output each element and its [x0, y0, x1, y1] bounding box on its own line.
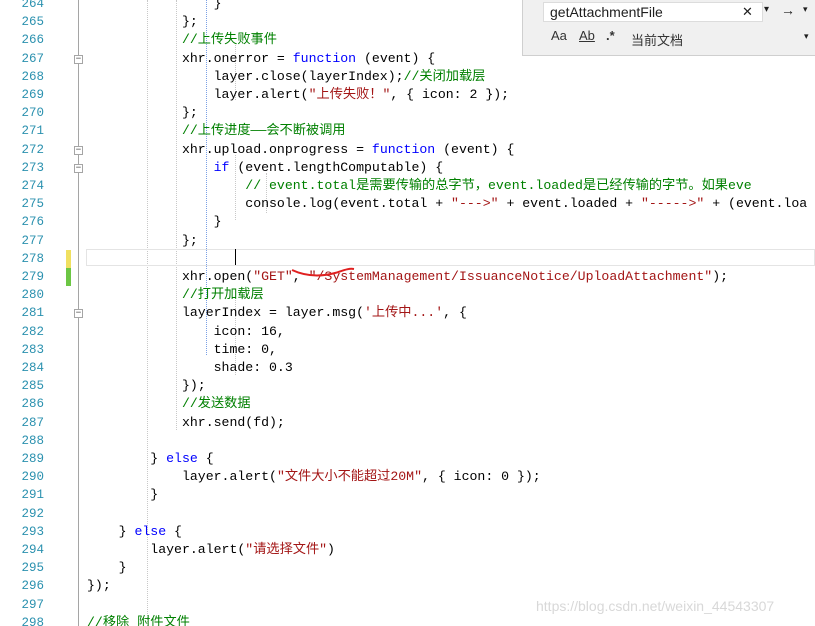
code-line[interactable]: layer.alert("请选择文件") — [87, 541, 335, 559]
line-number: 285 — [21, 379, 44, 394]
line-number: 273 — [21, 160, 44, 175]
code-editor[interactable]: 264 } 265 }; 266 //上传失败事件 267 xhr.onerror =… — [0, 0, 815, 626]
line-number: 287 — [21, 415, 44, 430]
current-line-highlight — [86, 249, 815, 266]
line-number: 277 — [21, 233, 44, 248]
line-number: 280 — [21, 288, 44, 303]
line-number: 281 — [21, 306, 44, 321]
line-number: 289 — [21, 452, 44, 466]
find-widget: ✕ ▾ → ▾ Aa Ab .* 当前文档 ▾ — [522, 0, 815, 56]
code-line[interactable]: } — [87, 559, 127, 577]
code-line[interactable]: //上传失败事件 — [87, 31, 277, 49]
line-number: 265 — [21, 15, 44, 30]
line-number: 266 — [21, 33, 44, 48]
code-line[interactable]: //发送数据 — [87, 395, 251, 413]
line-number: 298 — [21, 615, 44, 626]
find-next-icon[interactable]: → — [781, 2, 795, 18]
match-case-toggle[interactable]: Aa — [551, 28, 567, 43]
line-number: 296 — [21, 579, 44, 594]
line-number: 269 — [21, 88, 44, 102]
code-line[interactable]: xhr.send(fd); — [87, 414, 285, 432]
code-line[interactable]: // event.total是需要传输的总字节，event.loaded是已经传… — [87, 177, 751, 195]
code-line[interactable]: //移除 附件文件 — [87, 614, 190, 626]
scope-dropdown-icon[interactable]: ▾ — [804, 31, 809, 42]
code-line[interactable]: if (event.lengthComputable) { — [87, 159, 444, 177]
text-caret — [235, 249, 236, 265]
code-line[interactable]: }); — [87, 377, 206, 395]
find-box: ✕ ▾ — [543, 2, 769, 22]
change-marker — [66, 249, 71, 268]
use-regex-toggle[interactable]: .* — [606, 28, 615, 43]
code-line[interactable]: xhr.onerror = function (event) { — [87, 50, 435, 68]
code-line[interactable]: layer.alert("文件大小不能超过20M", { icon: 0 }); — [87, 468, 541, 486]
line-number: 278 — [21, 251, 44, 266]
line-number: 292 — [21, 506, 44, 521]
fold-toggle-icon[interactable]: − — [74, 163, 83, 173]
code-line[interactable]: time: 0, — [87, 341, 277, 359]
code-line[interactable]: }; — [87, 13, 198, 31]
find-next-dropdown-icon[interactable]: ▾ — [803, 4, 808, 15]
find-input[interactable] — [550, 4, 730, 20]
search-history-dropdown-icon[interactable]: ▾ — [764, 4, 769, 15]
line-number: 286 — [21, 397, 44, 412]
line-number: 279 — [21, 270, 44, 284]
code-line[interactable]: xhr.upload.onprogress = function (event)… — [87, 141, 514, 159]
code-line[interactable]: } — [87, 486, 158, 504]
code-line[interactable]: layer.alert("上传失败！", { icon: 2 }); — [87, 86, 509, 104]
code-line[interactable]: icon: 16, — [87, 323, 285, 341]
fold-toggle-icon[interactable]: − — [74, 145, 83, 155]
line-number: 290 — [21, 470, 44, 485]
search-scope-dropdown[interactable]: 当前文档 — [631, 30, 683, 49]
line-number: 274 — [21, 179, 44, 193]
line-number: 264 — [21, 0, 44, 11]
code-line[interactable]: //上传进度——会不断被调用 — [87, 122, 346, 140]
code-line[interactable]: }; — [87, 232, 198, 250]
line-number: 271 — [21, 124, 44, 139]
code-line[interactable]: } else { — [87, 523, 182, 541]
fold-toggle-icon[interactable]: − — [74, 54, 83, 64]
line-number: 295 — [21, 561, 44, 576]
clear-search-icon[interactable]: ✕ — [742, 4, 753, 20]
fold-toggle-icon[interactable]: − — [74, 309, 83, 319]
watermark: https://blog.csdn.net/weixin_44543307 — [536, 598, 775, 614]
line-number: 297 — [21, 597, 44, 612]
line-number: 275 — [21, 197, 44, 212]
line-number: 283 — [21, 342, 44, 357]
code-line[interactable]: } — [87, 213, 222, 231]
code-line[interactable]: shade: 0.3 — [87, 359, 293, 377]
match-whole-word-toggle[interactable]: Ab — [579, 28, 595, 43]
red-underline-annotation — [291, 267, 355, 277]
code-line[interactable]: //打开加载层 — [87, 286, 264, 304]
line-number: 293 — [21, 524, 44, 539]
line-number: 284 — [21, 361, 44, 375]
code-line[interactable]: } else { — [87, 450, 213, 468]
line-number: 267 — [21, 51, 44, 66]
code-line[interactable]: }; — [87, 104, 198, 122]
line-number: 268 — [21, 69, 44, 84]
code-line[interactable]: layer.close(layerIndex);//关闭加载层 — [87, 68, 486, 86]
code-line[interactable]: layerIndex = layer.msg('上传中...', { — [87, 304, 467, 322]
line-number: 294 — [21, 543, 44, 557]
line-number: 282 — [21, 324, 44, 339]
code-line[interactable]: xhr.open("GET", "/SystemManagement/Issua… — [87, 268, 728, 286]
code-line[interactable]: console.log(event.total + "--->" + event… — [87, 195, 807, 213]
code-line[interactable]: } — [87, 0, 222, 13]
line-number: 291 — [21, 488, 44, 503]
line-number: 270 — [21, 106, 44, 121]
code-line[interactable]: }); — [87, 577, 111, 595]
change-marker — [66, 268, 71, 286]
line-number: 272 — [21, 142, 44, 157]
line-number: 276 — [21, 215, 44, 230]
line-number: 288 — [21, 433, 44, 448]
